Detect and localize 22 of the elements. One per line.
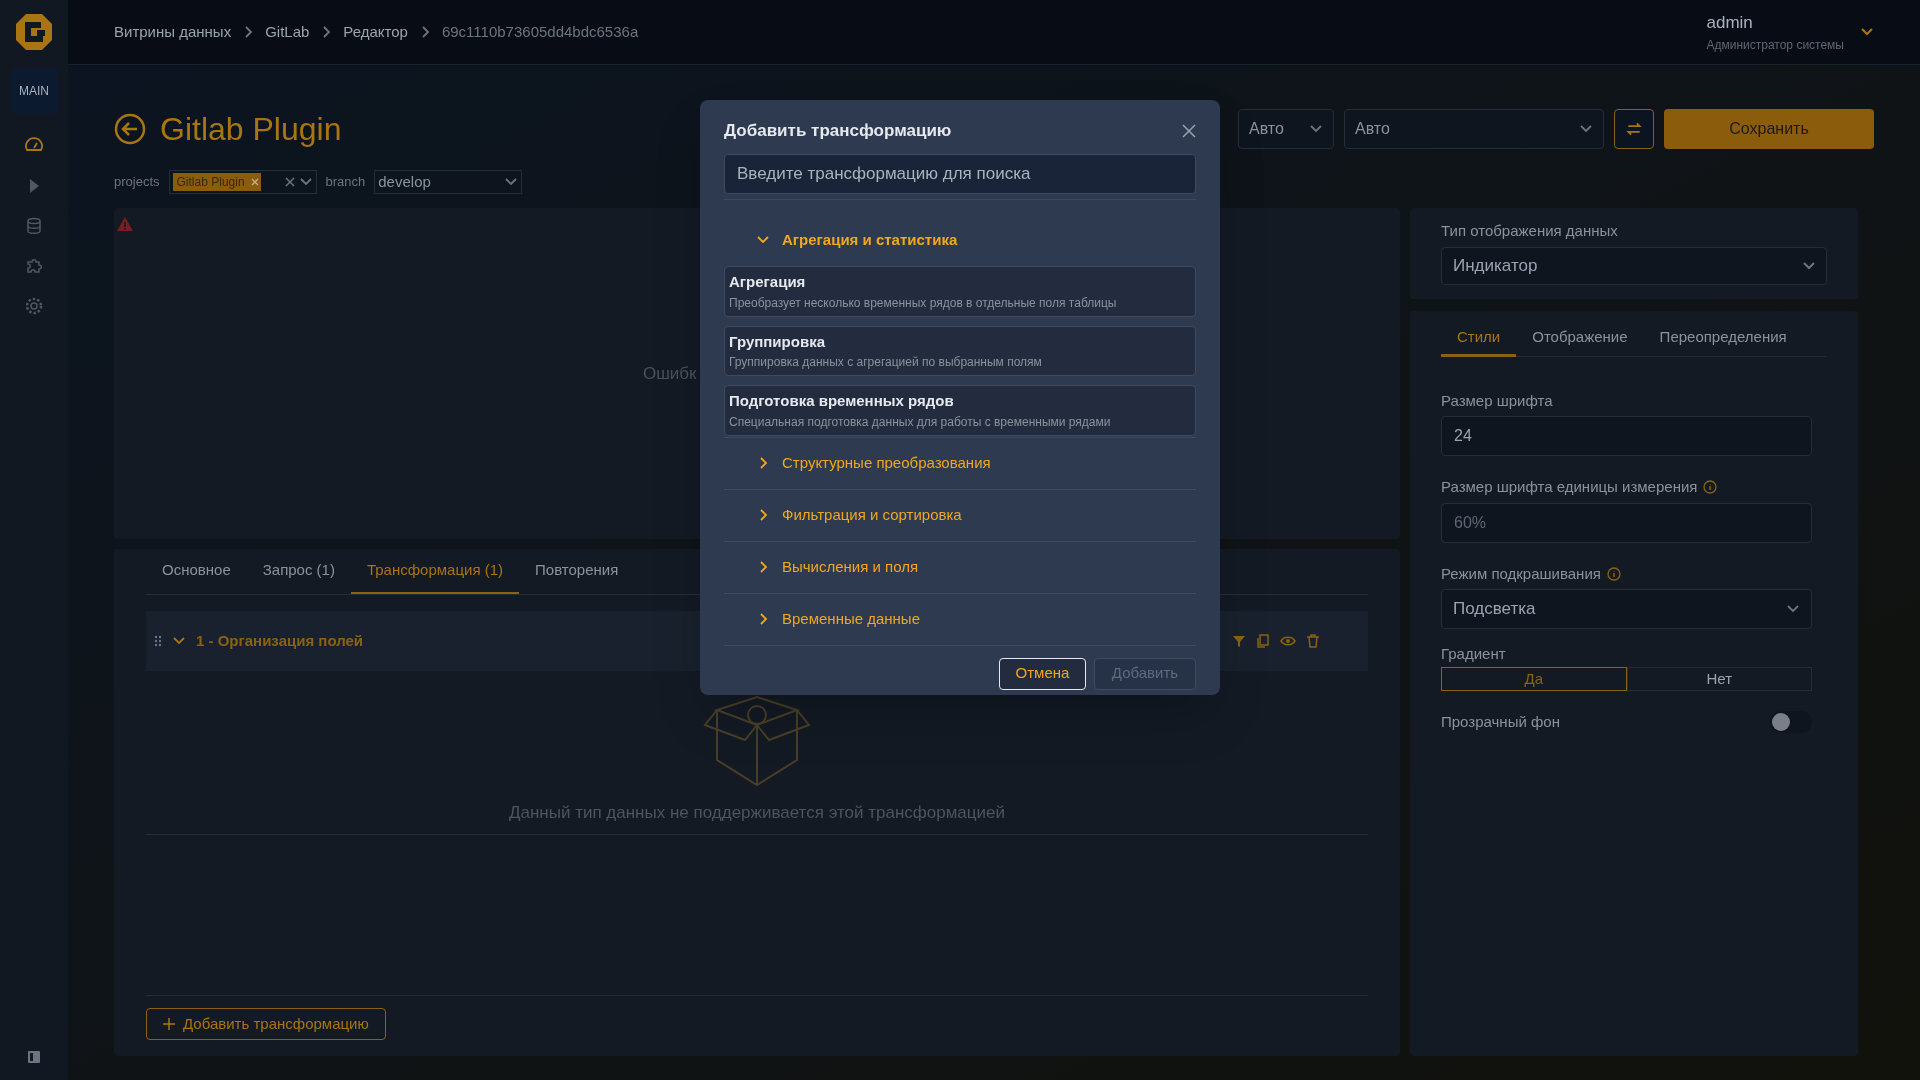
user-name: admin xyxy=(1706,12,1754,35)
page-title: Gitlab Plugin xyxy=(160,110,342,149)
field-label: Режим подкрашивания xyxy=(1441,563,1601,584)
field-label: Прозрачный фон xyxy=(1441,711,1560,732)
transformation-title: 1 - Организация полей xyxy=(196,630,364,651)
user-role: Администратор системы xyxy=(1706,36,1844,54)
field-label: Тип отображения данных xyxy=(1441,221,1619,241)
field-label: Размер шрифта xyxy=(1441,390,1553,411)
tag: Gitlab Plugin xyxy=(172,173,249,191)
option-title: Агрегация xyxy=(729,272,807,292)
option-title: Группировка xyxy=(729,331,826,352)
option-description: Специальная подготовка данных для работы с временными рядами xyxy=(729,413,1112,431)
option-description: Преобразует несколько временных рядов в отдельные поля таблицы xyxy=(729,294,1118,312)
option-title: Подготовка временных рядов xyxy=(729,391,955,411)
field-label: Градиент xyxy=(1441,644,1506,664)
filter-label: branch xyxy=(325,173,366,192)
field-label: Размер шрифта единицы измерения xyxy=(1441,477,1698,497)
filter-label: projects xyxy=(114,173,160,192)
breadcrumb-current: 69c1110b73605dd4bdc6536a xyxy=(441,21,639,42)
option-description: Группировка данных с агрегацией по выбранным полям xyxy=(729,354,1043,371)
dialog-title: Добавить трансформацию xyxy=(724,120,952,143)
empty-message: Данный тип данных не поддерживается этой трансформацией xyxy=(508,802,1005,824)
